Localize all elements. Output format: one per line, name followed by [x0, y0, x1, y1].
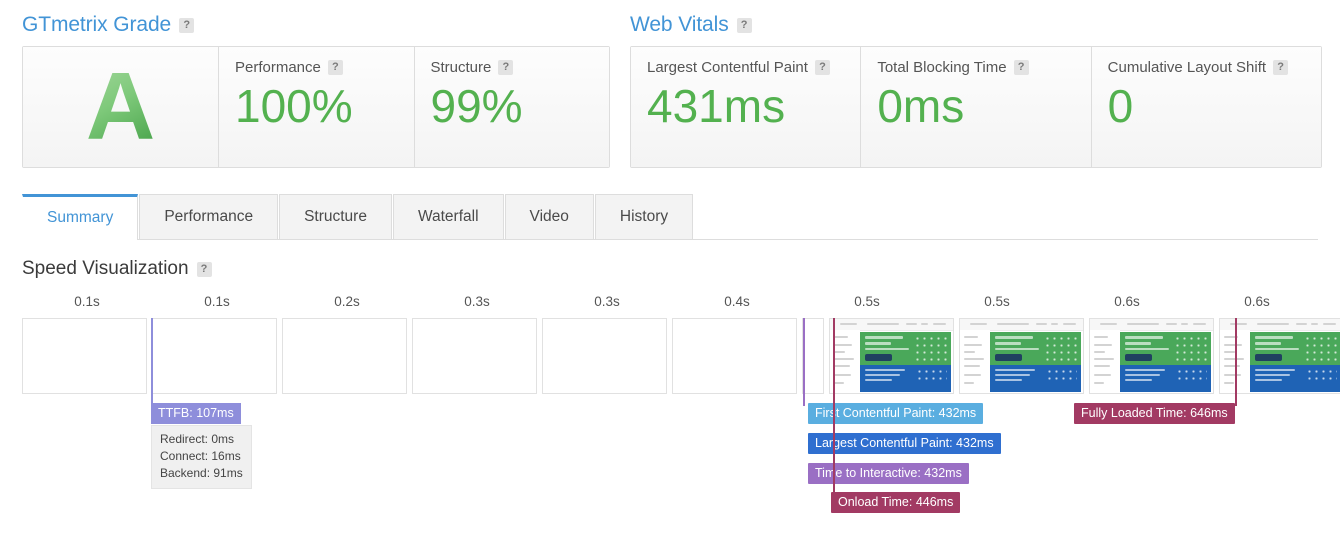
- score-panels: GTmetrix Grade ? A Performance ? 100% St…: [0, 0, 1340, 168]
- annotation-label[interactable]: Largest Contentful Paint: 432ms: [808, 433, 1001, 454]
- web-vitals-panel: Web Vitals ? Largest Contentful Paint ? …: [630, 6, 1322, 168]
- timeline-marker-fully-loaded: [1235, 318, 1237, 406]
- help-icon[interactable]: ?: [736, 17, 752, 33]
- tab-performance[interactable]: Performance: [139, 194, 279, 239]
- structure-card: Structure ? 99%: [414, 47, 609, 167]
- annotation-label[interactable]: Onload Time: 446ms: [831, 492, 961, 513]
- tab-structure[interactable]: Structure: [279, 194, 392, 239]
- speed-visualization-title: Speed Visualization ?: [22, 258, 1340, 280]
- cumulative-layout-shift-card: Cumulative Layout Shift ? 0: [1091, 47, 1321, 167]
- help-icon[interactable]: ?: [179, 17, 195, 33]
- help-icon[interactable]: ?: [498, 60, 514, 75]
- tab-summary[interactable]: Summary: [22, 194, 139, 240]
- help-icon[interactable]: ?: [196, 261, 212, 277]
- ttfb-detail-row: Redirect: 0ms: [160, 432, 235, 446]
- annotation-label[interactable]: Fully Loaded Time: 646ms: [1074, 403, 1235, 424]
- lcp-value: 431ms: [647, 80, 786, 132]
- timeline-marker-onload: [833, 318, 835, 506]
- grade-letter-card: A: [23, 47, 219, 167]
- cls-value: 0: [1107, 80, 1134, 132]
- tbt-value: 0ms: [877, 80, 965, 132]
- help-icon[interactable]: ?: [327, 60, 343, 75]
- vitals-card-row: Largest Contentful Paint ? 431ms Total B…: [630, 46, 1322, 168]
- ttfb-detail-row: Connect: 16ms: [160, 449, 241, 463]
- performance-card: Performance ? 100%: [219, 47, 415, 167]
- gtmetrix-grade-panel: GTmetrix Grade ? A Performance ? 100% St…: [22, 6, 610, 168]
- speed-visualization-title-text: Speed Visualization: [22, 258, 189, 279]
- ttfb-headline[interactable]: TTFB: 107ms: [151, 403, 241, 424]
- grade-letter: A: [85, 53, 156, 160]
- largest-contentful-paint-card: Largest Contentful Paint ? 431ms: [631, 47, 862, 167]
- help-icon[interactable]: ?: [1013, 60, 1029, 75]
- web-vitals-title: Web Vitals ?: [630, 6, 1322, 46]
- help-icon[interactable]: ?: [1273, 60, 1289, 75]
- report-tabs: Summary Performance Structure Waterfall Vide…: [22, 194, 1318, 240]
- web-vitals-title-text: Web Vitals: [630, 13, 729, 36]
- tab-video[interactable]: Video: [504, 194, 594, 239]
- total-blocking-time-card: Total Blocking Time ? 0ms: [861, 47, 1092, 167]
- speed-visualization-filmstrip: 0.1s 0.1s 0.2s 0.3s 0.3s 0.4s 0.5s 0.5s 0.6s 0.6s…: [0, 294, 1340, 513]
- tab-waterfall[interactable]: Waterfall: [392, 194, 504, 239]
- ttfb-detail-row: Backend: 91ms: [160, 466, 243, 480]
- timeline-marker-first-contentful-paint: [803, 318, 805, 406]
- tab-history[interactable]: History: [594, 194, 694, 239]
- gtmetrix-grade-title: GTmetrix Grade ?: [22, 6, 610, 46]
- timeline-annotations: First Contentful Paint: 432ms Largest Con…: [0, 294, 1340, 513]
- cls-label-row: Cumulative Layout Shift ?: [1108, 59, 1305, 76]
- ttfb-detail-box: Redirect: 0ms Connect: 16ms Backend: 91ms: [151, 425, 252, 489]
- grade-card-row: A Performance ? 100% Structure ? 99%: [22, 46, 610, 168]
- gtmetrix-grade-title-text: GTmetrix Grade: [22, 13, 172, 36]
- help-icon[interactable]: ?: [814, 60, 830, 75]
- gtmetrix-report-page: GTmetrix Grade ? A Performance ? 100% St…: [0, 0, 1340, 537]
- timeline-marker-ttfb: [151, 318, 153, 406]
- performance-value: 100%: [235, 80, 353, 132]
- structure-value: 99%: [430, 80, 523, 132]
